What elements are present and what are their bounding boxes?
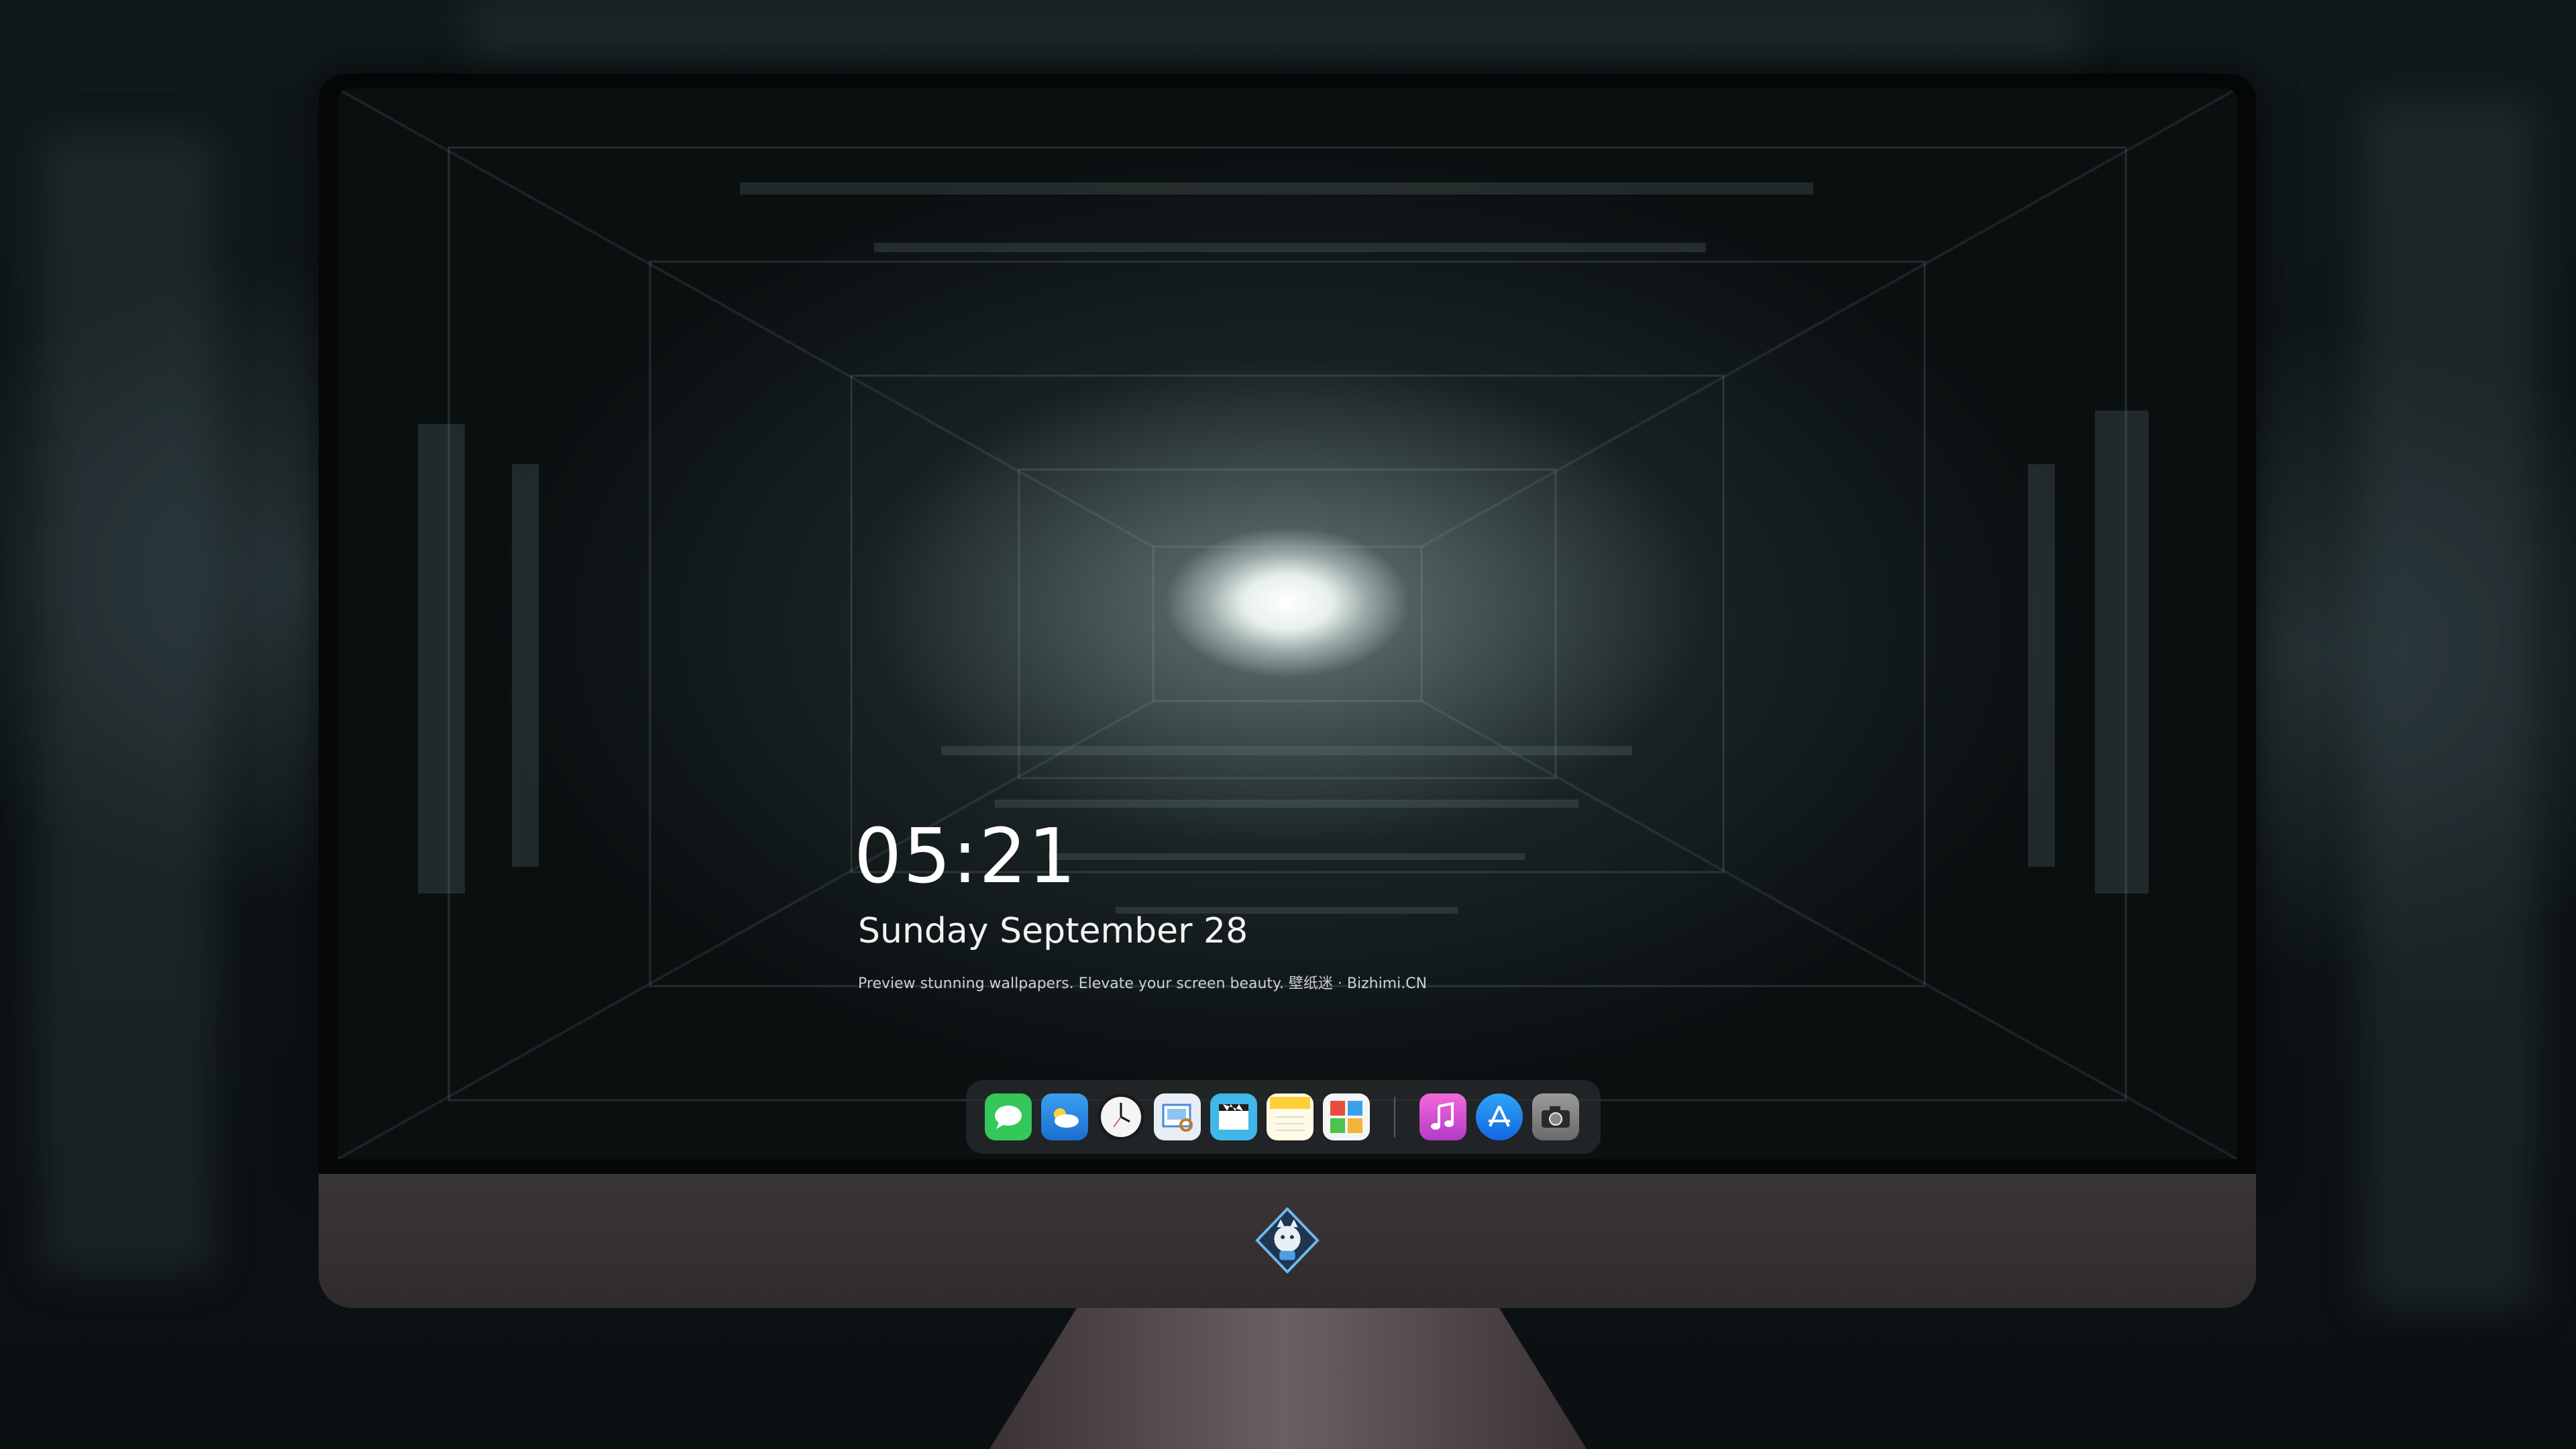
- clock-icon[interactable]: [1097, 1093, 1144, 1140]
- music-icon[interactable]: [1419, 1093, 1466, 1140]
- messages-icon[interactable]: [985, 1093, 1032, 1140]
- preview-icon[interactable]: [1154, 1093, 1201, 1140]
- monitor-stand: [989, 1308, 1587, 1449]
- screen: 05:21 Sunday September 28 Preview stunni…: [337, 89, 2237, 1159]
- background-shape: [2361, 101, 2536, 1308]
- notes-icon[interactable]: [1267, 1093, 1313, 1140]
- weather-icon[interactable]: [1041, 1093, 1088, 1140]
- dock-separator: [1394, 1097, 1395, 1137]
- clips-icon[interactable]: [1210, 1093, 1257, 1140]
- background-shape: [40, 134, 215, 1275]
- monitor-chin: [319, 1174, 2256, 1308]
- monitor-bezel: 05:21 Sunday September 28 Preview stunni…: [319, 74, 2256, 1174]
- lock-screen-date: Sunday September 28: [858, 911, 1248, 951]
- photo-booth-icon[interactable]: [1323, 1093, 1370, 1140]
- lock-screen-time: 05:21: [854, 813, 1077, 900]
- background-shape: [470, 0, 2080, 60]
- tunnel-wallpaper: [337, 89, 2237, 1159]
- wallpaper-caption: Preview stunning wallpapers. Elevate you…: [858, 975, 1428, 992]
- dock: [966, 1080, 1601, 1154]
- camera-icon[interactable]: [1532, 1093, 1579, 1140]
- mascot-logo-icon: [1255, 1208, 1320, 1273]
- app-store-icon[interactable]: [1476, 1093, 1523, 1140]
